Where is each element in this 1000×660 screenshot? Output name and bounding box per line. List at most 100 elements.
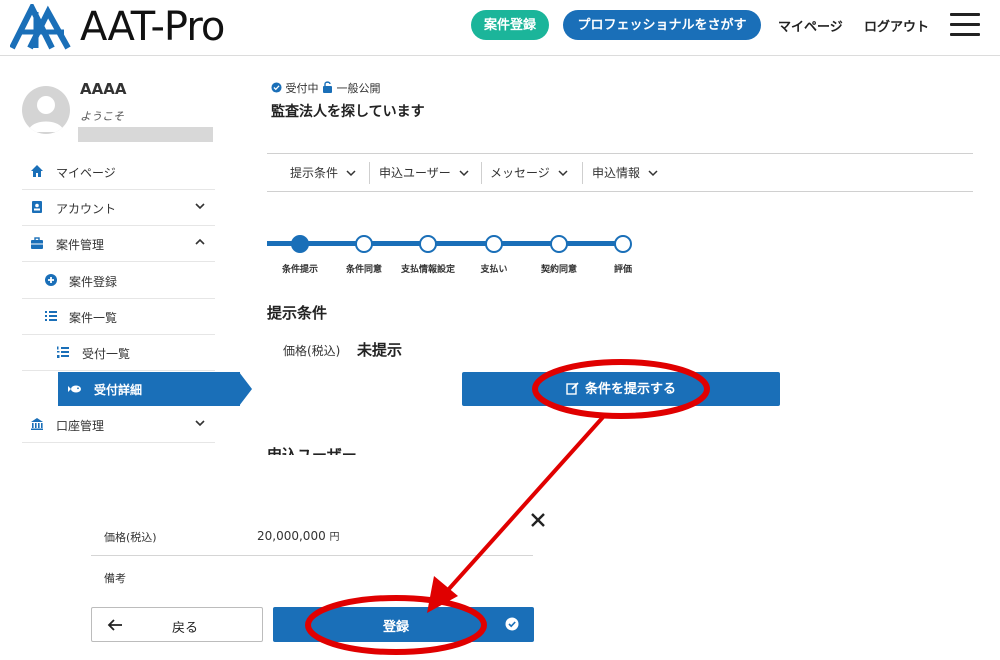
briefcase-icon — [31, 237, 43, 249]
ordered-list-icon — [57, 346, 69, 358]
logout-link[interactable]: ログアウト — [864, 16, 929, 35]
button-label: 登録 — [383, 619, 410, 634]
logo-mark-icon — [10, 4, 71, 50]
arrow-left-icon — [107, 619, 122, 631]
step-dot — [355, 235, 373, 253]
stepper-track — [267, 241, 623, 246]
tab-label: 申込ユーザー — [379, 166, 451, 180]
step-dot — [291, 235, 309, 253]
progress-stepper: 条件提示 条件同意 支払情報設定 支払い 契約同意 評価 — [267, 232, 637, 277]
step-dot — [614, 235, 632, 253]
sidebar-item-label: アカウント — [56, 202, 117, 216]
page-title: 監査法人を探しています — [271, 104, 425, 120]
button-label: 戻る — [172, 620, 199, 635]
hamburger-menu-icon[interactable] — [950, 13, 980, 37]
sidebar-item-bank-account[interactable]: 口座管理 — [22, 407, 215, 443]
sidebar-item-label: 口座管理 — [56, 419, 105, 433]
bank-icon — [31, 418, 43, 430]
check-circle-icon — [505, 617, 519, 631]
sidebar-item-reception-list[interactable]: 受付一覧 — [22, 335, 215, 371]
tab-divider — [481, 162, 482, 184]
chevron-down-icon — [195, 203, 205, 210]
welcome-text: ようこそ — [80, 110, 124, 123]
cut-heading: 申込ユーザー — [267, 446, 357, 455]
price-amount: 20,000,000 — [257, 529, 326, 543]
sidebar-item-project-management[interactable]: 案件管理 — [22, 226, 215, 262]
tab-divider — [582, 162, 583, 184]
tab-conditions[interactable]: 提示条件 — [290, 164, 356, 181]
tab-label: メッセージ — [490, 166, 550, 180]
chevron-down-icon — [459, 170, 469, 177]
status-line: 受付中 一般公開 — [271, 80, 381, 96]
submit-register-button[interactable]: 登録 — [273, 607, 534, 642]
sidebar-item-label: 案件登録 — [69, 275, 118, 289]
chevron-down-icon — [195, 420, 205, 427]
edit-icon — [566, 382, 579, 395]
status-badge-public: 一般公開 — [336, 82, 381, 95]
chevron-up-icon — [195, 238, 205, 245]
step-dot — [485, 235, 503, 253]
check-circle-icon — [271, 82, 282, 93]
header: AAT-Pro 案件登録 プロフェッショナルをさがす マイページ ログアウト — [0, 0, 1000, 56]
sidebar-item-label: 受付一覧 — [82, 347, 131, 361]
redacted-bar — [78, 127, 213, 142]
sidebar-item-label: 案件一覧 — [69, 311, 118, 325]
tab-divider — [369, 162, 370, 184]
sidebar-item-account[interactable]: アカウント — [22, 190, 215, 226]
logo-text: AAT-Pro — [80, 4, 225, 50]
step-label: 支払い — [480, 265, 508, 275]
annotation-arrow-line — [446, 414, 606, 592]
sidebar-item-register-project[interactable]: 案件登録 — [22, 263, 215, 299]
account-icon — [32, 201, 42, 213]
unlock-icon — [323, 81, 332, 93]
chevron-down-icon — [648, 170, 658, 177]
status-badge-accepting: 受付中 — [285, 82, 319, 95]
user-avatar-icon — [28, 96, 64, 132]
register-project-button[interactable]: 案件登録 — [471, 10, 549, 40]
sidebar-item-label: 受付詳細 — [94, 383, 143, 397]
step-label: 評価 — [614, 265, 633, 275]
sidebar-item-mypage[interactable]: マイページ — [22, 154, 215, 190]
tab-bar: 提示条件 申込ユーザー メッセージ 申込情報 — [267, 153, 973, 192]
step-label: 支払情報設定 — [401, 265, 456, 275]
back-button[interactable]: 戻る — [91, 607, 263, 642]
sidebar-item-label: マイページ — [56, 166, 116, 180]
tab-label: 提示条件 — [290, 166, 339, 180]
list-icon — [45, 311, 57, 321]
step-dot — [419, 235, 437, 253]
modal-note-label: 備考 — [104, 572, 126, 585]
user-name: AAAA — [80, 80, 127, 98]
close-icon[interactable] — [529, 511, 547, 529]
next-section-title-cut: 申込ユーザー — [267, 446, 367, 455]
section-title: 提示条件 — [267, 304, 328, 322]
find-professional-button[interactable]: プロフェッショナルをさがす — [563, 10, 761, 40]
modal-price-label: 価格(税込) — [104, 531, 157, 544]
plus-circle-icon — [45, 274, 57, 286]
sidebar-item-reception-detail[interactable]: 受付詳細 — [58, 372, 252, 406]
modal-divider — [91, 555, 533, 556]
sidebar-item-project-list[interactable]: 案件一覧 — [22, 299, 215, 335]
chevron-down-icon — [346, 170, 356, 177]
price-unit: 円 — [329, 532, 340, 543]
home-icon — [31, 165, 43, 177]
tab-applicant-users[interactable]: 申込ユーザー — [379, 164, 469, 181]
tab-label: 申込情報 — [592, 166, 641, 180]
chevron-down-icon — [558, 170, 568, 177]
fish-icon — [68, 385, 81, 393]
active-item-arrow — [239, 372, 252, 406]
logo[interactable]: AAT-Pro — [10, 4, 260, 50]
step-label: 条件同意 — [346, 265, 383, 275]
step-label: 契約同意 — [541, 265, 578, 275]
modal-price-value: 20,000,000 円 — [257, 528, 340, 543]
button-label: 条件を提示する — [584, 381, 676, 396]
step-dot — [550, 235, 568, 253]
avatar — [22, 86, 70, 134]
tab-application-info[interactable]: 申込情報 — [592, 164, 658, 181]
sidebar-item-label: 案件管理 — [56, 238, 105, 252]
price-label: 価格(税込) — [283, 344, 341, 358]
present-conditions-button[interactable]: 条件を提示する — [462, 372, 780, 406]
mypage-link[interactable]: マイページ — [778, 16, 843, 35]
step-label: 条件提示 — [282, 265, 319, 275]
tab-messages[interactable]: メッセージ — [490, 164, 568, 181]
price-value: 未提示 — [357, 341, 403, 359]
